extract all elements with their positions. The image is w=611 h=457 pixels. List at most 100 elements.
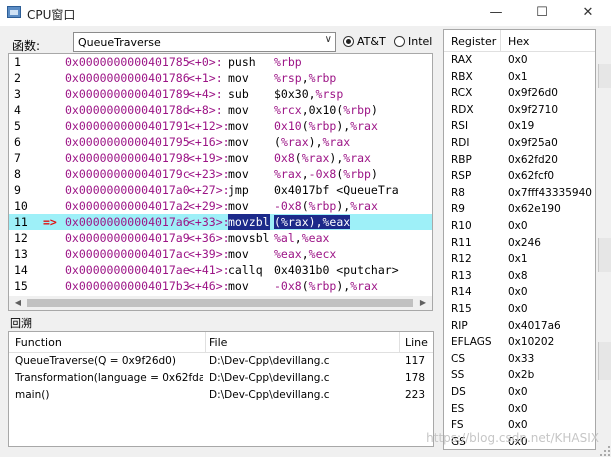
instruction-offset: <+4>: [188, 87, 223, 101]
instruction-operands: 0x10(%rbp),%rax [274, 119, 378, 133]
att-syntax-radio[interactable]: AT&T [343, 35, 386, 48]
instruction-text: mov [228, 70, 249, 86]
title-bar[interactable]: CPU窗口 — ☐ ✕ [0, 0, 611, 26]
register-row[interactable]: CS 0x33 [444, 351, 595, 368]
instruction-offset: <+8>: [188, 103, 223, 117]
instruction-mnemonic: movzbl [228, 215, 270, 229]
register-row[interactable]: DS 0x0 [444, 384, 595, 401]
column-header-hex[interactable]: Hex [508, 35, 529, 48]
instruction-mnemonic: movsbl [228, 231, 270, 245]
function-select[interactable]: QueueTraverse ∨ [73, 32, 336, 52]
instruction-text: sub [228, 86, 249, 102]
register-row[interactable]: RSI 0x19 [444, 118, 595, 135]
instruction-operands: %eax,%ecx [274, 247, 336, 261]
background-window-edge [598, 342, 611, 380]
code-line[interactable]: 3 0x0000000000401789 <+4>: sub $0x30,%rsp [9, 86, 432, 102]
operand-register: %rax [350, 119, 378, 133]
register-row[interactable]: RDI 0x9f25a0 [444, 135, 595, 152]
disassembly-view[interactable]: 1 0x0000000000401785 <+0>: push %rbp 2 0x00000… [8, 53, 433, 311]
register-row[interactable]: R8 0x7fff43335940 [444, 185, 595, 202]
table-row[interactable]: main() D:\Dev-Cpp\devillang.c 223 [9, 387, 433, 404]
instruction-offset: <+0>: [188, 55, 223, 69]
scrollbar-thumb[interactable] [27, 299, 413, 307]
line-number: 1 [14, 55, 21, 69]
register-row[interactable]: RSP 0x62fcf0 [444, 168, 595, 185]
register-row[interactable]: RBX 0x1 [444, 69, 595, 86]
register-row[interactable]: RBP 0x62fd20 [444, 152, 595, 169]
scroll-right-arrow-icon[interactable]: ▶ [416, 296, 430, 310]
column-divider[interactable] [500, 30, 501, 51]
code-line[interactable]: 4 0x000000000040178d <+8>: mov %rcx,0x10(%rb… [9, 102, 432, 118]
operand-text: 0x8 [274, 151, 295, 165]
backtrace-cell-file: D:\Dev-Cpp\devillang.c [209, 355, 330, 367]
code-line[interactable]: 6 0x0000000000401795 <+16>: mov (%rax),%rax [9, 134, 432, 150]
selected-instruction-text: movzbl [228, 214, 270, 230]
column-divider[interactable] [205, 332, 206, 352]
register-row[interactable]: RCX 0x9f26d0 [444, 85, 595, 102]
code-line[interactable]: 10 0x00000000004017a2 <+29>: mov -0x8(%rbp),… [9, 198, 432, 214]
column-header-function[interactable]: Function [15, 336, 62, 349]
register-name: R11 [451, 236, 472, 249]
column-header-file[interactable]: File [209, 336, 227, 349]
register-name: RDX [451, 103, 474, 116]
register-row[interactable]: R13 0x8 [444, 268, 595, 285]
register-row[interactable]: R14 0x0 [444, 284, 595, 301]
register-name: ES [451, 402, 465, 415]
register-row[interactable]: RDX 0x9f2710 [444, 102, 595, 119]
register-row[interactable]: SS 0x2b [444, 367, 595, 384]
close-button[interactable]: ✕ [565, 0, 611, 26]
minimize-button[interactable]: — [473, 0, 519, 26]
column-header-line[interactable]: Line [405, 336, 428, 349]
table-row[interactable]: Transformation(language = 0x62fda0 "B(a.… [9, 370, 433, 387]
operand-text: ) [370, 103, 378, 117]
operand-register: %rsp [315, 87, 344, 101]
instruction-mnemonic: mov [228, 167, 249, 181]
code-line[interactable]: 2 0x0000000000401786 <+1>: mov %rsp,%rbp [9, 70, 432, 86]
maximize-button[interactable]: ☐ [519, 0, 565, 26]
resize-grip-icon[interactable] [600, 446, 610, 456]
line-number: 11 [14, 215, 28, 229]
code-line[interactable]: 14 0x00000000004017ae <+41>: callq 0x4031b0 … [9, 262, 432, 278]
line-number: 10 [14, 199, 28, 213]
code-line[interactable]: 8 0x000000000040179c <+23>: mov %rax,-0x8(%r… [9, 166, 432, 182]
register-name: CS [451, 352, 465, 365]
register-row[interactable]: R12 0x1 [444, 251, 595, 268]
code-line-current[interactable]: 11 => 0x00000000004017a6 <+33>: movzbl (%rax)… [9, 214, 432, 230]
code-line[interactable]: 13 0x00000000004017ac <+39>: mov %eax,%ecx [9, 246, 432, 262]
register-row[interactable]: ES 0x0 [444, 401, 595, 418]
operand-text: ), [308, 215, 323, 229]
table-row[interactable]: QueueTraverse(Q = 0x9f26d0) D:\Dev-Cpp\de… [9, 353, 433, 370]
instruction-mnemonic: jmp [228, 183, 249, 197]
instruction-offset: <+29>: [188, 199, 230, 213]
code-line[interactable]: 5 0x0000000000401791 <+12>: mov 0x10(%rbp),%… [9, 118, 432, 134]
chevron-down-icon: ∨ [324, 34, 332, 45]
column-divider[interactable] [399, 332, 400, 352]
operand-register: %rax [301, 151, 330, 165]
intel-syntax-radio[interactable]: Intel [394, 35, 432, 48]
instruction-offset: <+19>: [188, 151, 230, 165]
register-name: R9 [451, 203, 465, 216]
disassembly-horizontal-scrollbar[interactable]: ◀ ▶ [8, 296, 433, 311]
code-line[interactable]: 9 0x00000000004017a0 <+27>: jmp 0x4017bf <Qu… [9, 182, 432, 198]
register-name: RIP [451, 319, 468, 332]
register-row[interactable]: RIP 0x4017a6 [444, 318, 595, 335]
instruction-address: 0x00000000004017ac [65, 247, 190, 261]
code-line[interactable]: 15 0x00000000004017b3 <+46>: mov -0x8(%rbp),… [9, 278, 432, 294]
scroll-left-arrow-icon[interactable]: ◀ [11, 296, 25, 310]
register-row[interactable]: R15 0x0 [444, 301, 595, 318]
register-row[interactable]: R9 0x62e190 [444, 201, 595, 218]
instruction-text: mov [228, 134, 249, 150]
operand-register: %rbp [343, 103, 371, 117]
register-row[interactable]: RAX 0x0 [444, 52, 595, 69]
operand-register: %rax [343, 151, 371, 165]
register-row[interactable]: EFLAGS 0x10202 [444, 334, 595, 351]
register-row[interactable]: R10 0x0 [444, 218, 595, 235]
code-line[interactable]: 12 0x00000000004017a9 <+36>: movsbl %al,%eax [9, 230, 432, 246]
code-line[interactable]: 7 0x0000000000401798 <+19>: mov 0x8(%rax),%r… [9, 150, 432, 166]
register-row[interactable]: R11 0x246 [444, 235, 595, 252]
code-line[interactable]: 1 0x0000000000401785 <+0>: push %rbp [9, 54, 432, 70]
instruction-operands: (%rax),%eax [274, 215, 351, 229]
instruction-address: 0x00000000004017a9 [65, 231, 190, 245]
register-value: 0x246 [508, 236, 541, 249]
column-header-register[interactable]: Register [451, 35, 496, 48]
